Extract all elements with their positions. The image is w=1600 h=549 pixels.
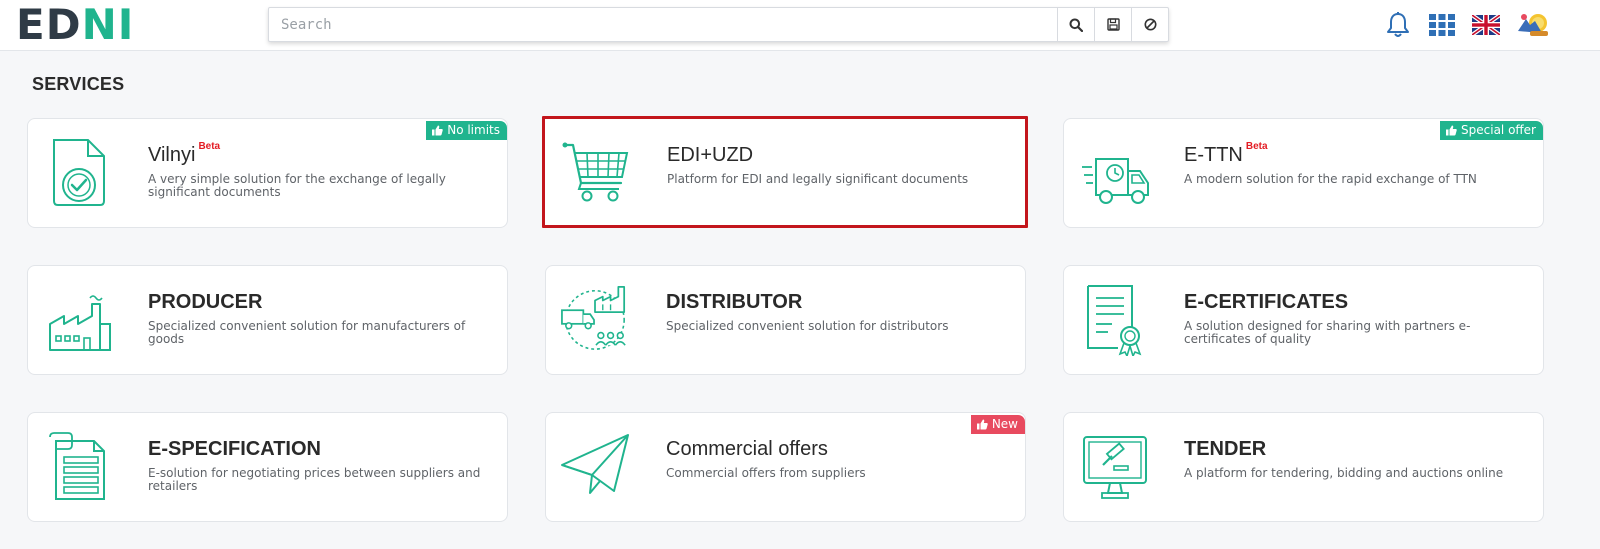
- beta-tag: Beta: [198, 141, 221, 152]
- badge-new: New: [970, 415, 1025, 434]
- card-description: A platform for tendering, bidding and au…: [1184, 466, 1504, 480]
- card-body: Commercial offers Commercial offers from…: [666, 437, 1013, 480]
- avatar: [1518, 14, 1548, 36]
- card-title: E-SPECIFICATION: [148, 438, 321, 460]
- service-card-edi-uzd[interactable]: EDI+UZD Platform for EDI and legally sig…: [542, 116, 1028, 228]
- service-card-vilnyi[interactable]: No limits Vilnyi Beta A very simple solut…: [27, 118, 508, 228]
- search-input[interactable]: [269, 8, 1057, 41]
- card-title: TENDER: [1184, 438, 1267, 460]
- certificate-icon: [1087, 285, 1142, 356]
- card-title: Commercial offers: [666, 438, 828, 460]
- clear-search-button[interactable]: [1131, 8, 1168, 41]
- service-card-producer[interactable]: PRODUCER Specialized convenient solution…: [27, 265, 508, 375]
- bell-icon: [1387, 12, 1409, 37]
- service-card-e-certificates[interactable]: E-CERTIFICATES A solution designed for s…: [1063, 265, 1544, 375]
- card-title: EDI+UZD: [667, 144, 754, 166]
- save-icon: [1106, 18, 1120, 31]
- search-icon: [1069, 18, 1083, 32]
- language-switcher[interactable]: [1472, 11, 1500, 39]
- service-card-e-specification[interactable]: E-SPECIFICATION E-solution for negotiati…: [27, 412, 508, 522]
- card-body: TENDER A platform for tendering, bidding…: [1184, 437, 1531, 480]
- notifications-button[interactable]: [1384, 11, 1412, 39]
- card-body: E-CERTIFICATES A solution designed for s…: [1184, 290, 1531, 346]
- distribution-icon: [561, 286, 626, 350]
- delivery-truck-icon: [1082, 158, 1149, 204]
- card-body: EDI+UZD Platform for EDI and legally sig…: [667, 143, 1013, 186]
- service-card-commercial-offers[interactable]: New Commercial offers Commercial offers …: [545, 412, 1026, 522]
- card-title: Vilnyi: [148, 144, 196, 166]
- card-description: A solution designed for sharing with par…: [1184, 319, 1471, 346]
- shopping-cart-icon: [562, 142, 629, 202]
- thumbs-up-icon: [976, 419, 988, 430]
- auction-monitor-icon: [1083, 436, 1147, 499]
- specification-document-icon: [49, 432, 105, 500]
- thumbs-up-icon: [1446, 125, 1457, 136]
- card-body: E-TTN Beta A modern solution for the rapi…: [1184, 141, 1531, 186]
- badge-special-offer: Special offer: [1440, 121, 1543, 140]
- card-body: PRODUCER Specialized convenient solution…: [148, 290, 495, 346]
- document-check-icon: [53, 139, 105, 206]
- card-body: E-SPECIFICATION E-solution for negotiati…: [148, 437, 495, 493]
- search-button[interactable]: [1057, 8, 1094, 41]
- apps-grid-icon: [1429, 14, 1455, 36]
- search-bar: [268, 7, 1169, 42]
- card-description: Platform for EDI and legally significant…: [667, 172, 969, 186]
- card-title: PRODUCER: [148, 291, 263, 313]
- save-search-button[interactable]: [1094, 8, 1131, 41]
- service-card-e-ttn[interactable]: Special offer E-TTN Beta A modern solutio…: [1063, 118, 1544, 228]
- clear-icon: [1144, 18, 1156, 31]
- factory-icon: [49, 295, 111, 351]
- card-description: Specialized convenient solution for manu…: [148, 319, 466, 346]
- card-description: Commercial offers from suppliers: [666, 466, 866, 480]
- card-body: DISTRIBUTOR Specialized convenient solut…: [666, 290, 1013, 333]
- card-body: Vilnyi Beta A very simple solution for th…: [148, 141, 495, 199]
- service-card-distributor[interactable]: DISTRIBUTOR Specialized convenient solut…: [545, 265, 1026, 375]
- paper-plane-icon: [561, 434, 629, 494]
- card-description: A very simple solution for the exchange …: [148, 172, 446, 199]
- card-title: E-CERTIFICATES: [1184, 291, 1349, 313]
- user-avatar-button[interactable]: [1516, 11, 1550, 39]
- card-description: A modern solution for the rapid exchange…: [1184, 172, 1477, 186]
- service-card-tender[interactable]: TENDER A platform for tendering, bidding…: [1063, 412, 1544, 522]
- section-title: SERVICES: [32, 74, 125, 94]
- card-title: DISTRIBUTOR: [666, 291, 803, 313]
- card-description: E-solution for negotiating prices betwee…: [148, 466, 481, 493]
- beta-tag: Beta: [1245, 141, 1268, 152]
- card-title: E-TTN: [1184, 144, 1243, 166]
- edin-logo[interactable]: ED NI: [16, 4, 134, 46]
- apps-grid-button[interactable]: [1428, 11, 1456, 39]
- top-header: ED NI: [0, 0, 1600, 51]
- badge-no-limits: No limits: [426, 121, 507, 140]
- thumbs-up-icon: [432, 125, 443, 136]
- uk-flag-icon: [1472, 15, 1500, 35]
- card-description: Specialized convenient solution for dist…: [666, 319, 949, 333]
